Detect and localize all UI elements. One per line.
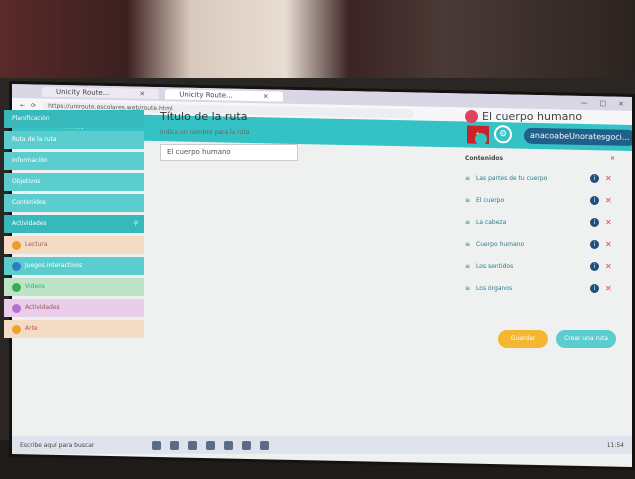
page-title: Título de la ruta: [160, 110, 248, 123]
search-icon[interactable]: ⚲: [134, 215, 144, 233]
window-controls: — □ ×: [581, 99, 633, 108]
taskbar-icons: [152, 440, 270, 450]
purple-dot-icon: [12, 303, 21, 313]
drag-handle-icon[interactable]: ≡: [465, 197, 470, 204]
tab-2[interactable]: Unicity Route... ×: [165, 89, 283, 102]
delete-icon[interactable]: ✕: [605, 240, 615, 249]
tab-1[interactable]: Unicity Route... ×: [42, 86, 160, 100]
browser-icon[interactable]: [224, 440, 234, 450]
field-hint: Indica un nombre para la ruta: [160, 129, 250, 136]
back-icon[interactable]: ←: [20, 102, 25, 109]
sidebar-item-actividades[interactable]: Actividades: [4, 299, 144, 317]
sidebar-item-lectura[interactable]: Lectura: [4, 236, 144, 254]
drag-handle-icon[interactable]: ≡: [465, 285, 470, 292]
media-icon[interactable]: [260, 440, 270, 450]
blue-dot-icon: [12, 261, 21, 271]
sidebar-item-juegos[interactable]: Juegos interactivos: [4, 257, 144, 275]
close-icon[interactable]: ×: [618, 100, 624, 108]
orange-dot-icon: [12, 324, 21, 334]
sidebar-item[interactable]: Información: [4, 152, 144, 170]
explorer-icon[interactable]: [170, 440, 180, 450]
delete-icon[interactable]: ✕: [605, 218, 615, 227]
tab-close-icon[interactable]: ×: [139, 90, 145, 98]
info-icon[interactable]: i: [590, 217, 599, 227]
content-row[interactable]: ≡ El cuerpo i ✕: [465, 194, 615, 206]
sidebar-item[interactable]: Ruta de la ruta: [4, 131, 144, 149]
sidebar-item-videos[interactable]: Videos: [4, 278, 144, 296]
green-dot-icon: [12, 282, 21, 292]
drag-handle-icon[interactable]: ≡: [465, 175, 470, 182]
maximize-icon[interactable]: □: [600, 99, 607, 107]
orange-dot-icon: [12, 240, 21, 250]
windows-search[interactable]: Escribe aquí para buscar: [20, 442, 94, 449]
taskbar: Escribe aquí para buscar 11:54: [12, 436, 632, 454]
route-icon: [465, 110, 478, 123]
tab-close-icon[interactable]: ×: [263, 92, 269, 100]
drag-handle-icon[interactable]: ≡: [465, 263, 470, 270]
content-row[interactable]: ≡ La cabeza i ✕: [465, 216, 615, 228]
sidebar-item-arte[interactable]: Arte: [4, 320, 144, 338]
system-clock[interactable]: 11:54: [607, 442, 632, 449]
save-button[interactable]: Guardar: [498, 330, 548, 348]
mail-icon[interactable]: [206, 440, 216, 450]
sidebar-item[interactable]: Objetivos: [4, 173, 144, 191]
panel-title: El cuerpo humano: [465, 110, 615, 123]
content-row[interactable]: ≡ Los sentidos i ✕: [465, 260, 615, 272]
delete-icon[interactable]: ✕: [605, 196, 615, 205]
reload-icon[interactable]: ⟳: [31, 102, 36, 109]
status-dot-icon: [475, 133, 487, 145]
route-name-input[interactable]: El cuerpo humano: [160, 144, 298, 161]
delete-icon[interactable]: ✕: [605, 284, 615, 293]
content-row[interactable]: ≡ Cuerpo humano i ✕: [465, 238, 615, 250]
content-row[interactable]: ≡ Los órganos i ✕: [465, 282, 615, 294]
store-icon[interactable]: [188, 440, 198, 450]
background-wall: [0, 0, 635, 78]
create-route-button[interactable]: Crear una ruta: [556, 330, 616, 348]
close-icon[interactable]: ×: [610, 155, 615, 162]
main-content: Título de la ruta Indica un nombre para …: [160, 110, 450, 161]
photos-icon[interactable]: [242, 440, 252, 450]
content-row[interactable]: ≡ Las partes de tu cuerpo i ✕: [465, 172, 615, 184]
drag-handle-icon[interactable]: ≡: [465, 219, 470, 226]
route-panel: El cuerpo humano Contenidos × ≡ Las partes…: [465, 110, 615, 294]
drag-handle-icon[interactable]: ≡: [465, 241, 470, 248]
sidebar-section-actividades[interactable]: Actividades ⚲: [4, 215, 144, 233]
minimize-icon[interactable]: —: [581, 99, 588, 107]
task-view-icon[interactable]: [152, 440, 162, 450]
info-icon[interactable]: i: [590, 195, 599, 205]
sidebar-section-planificacion[interactable]: Planificación: [4, 110, 144, 128]
contents-header: Contenidos ×: [465, 155, 615, 162]
info-icon[interactable]: i: [590, 239, 599, 249]
delete-icon[interactable]: ✕: [605, 262, 615, 271]
sidebar: Planificación Ruta de la ruta Informació…: [4, 110, 144, 350]
info-icon[interactable]: i: [590, 283, 599, 293]
delete-icon[interactable]: ✕: [605, 174, 615, 183]
info-icon[interactable]: i: [590, 173, 599, 183]
info-icon[interactable]: i: [590, 261, 599, 271]
sidebar-item[interactable]: Contenidos: [4, 194, 144, 212]
